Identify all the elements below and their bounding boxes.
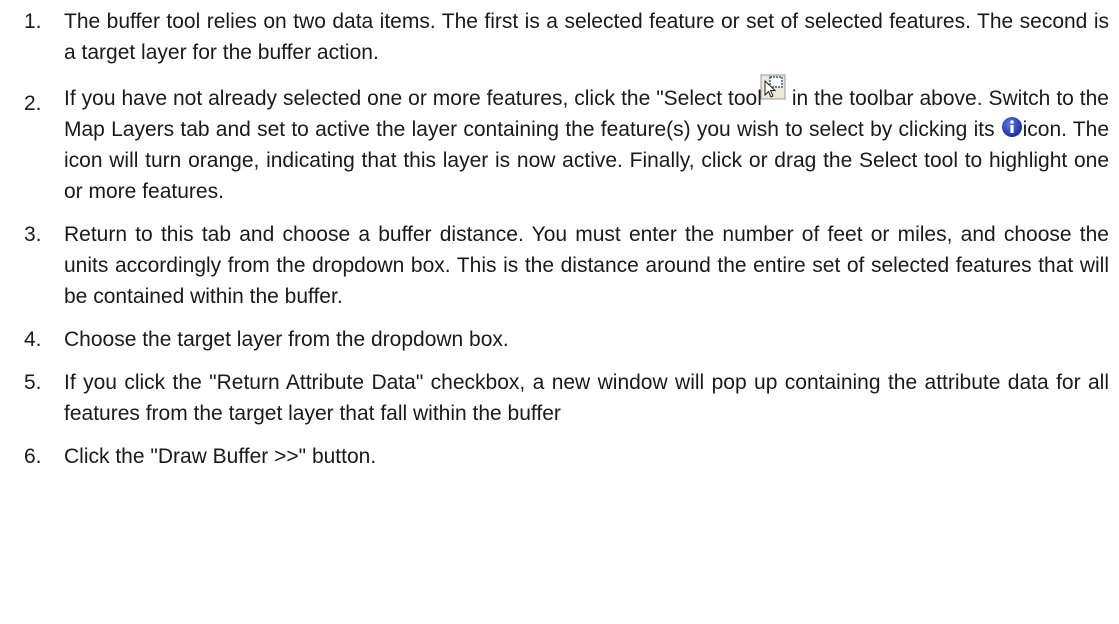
step-1: 1. The buffer tool relies on two data it… (0, 6, 1119, 68)
step-2: 2. If you have not already selected one … (0, 74, 1119, 207)
select-tool-icon (760, 74, 786, 100)
step-4: 4. Choose the target layer from the drop… (0, 324, 1119, 355)
step-number: 4. (24, 328, 42, 351)
info-icon (1001, 116, 1023, 138)
step-number: 2. (24, 92, 42, 115)
step-text: Return to this tab and choose a buffer d… (64, 223, 1109, 308)
step-6: 6. Click the "Draw Buffer >>" button. (0, 441, 1119, 472)
step-number: 5. (24, 371, 42, 394)
step-number: 6. (24, 445, 42, 468)
step-text: If you click the "Return Attribute Data"… (64, 371, 1109, 425)
step-5: 5. If you click the "Return Attribute Da… (0, 367, 1119, 429)
step-text: Choose the target layer from the dropdow… (64, 328, 509, 351)
step-text-part-1: If you have not already selected one or … (64, 87, 762, 110)
step-text: The buffer tool relies on two data items… (64, 10, 1109, 64)
step-3: 3. Return to this tab and choose a buffe… (0, 219, 1119, 312)
step-text: Click the "Draw Buffer >>" button. (64, 445, 377, 468)
instruction-list: 1. The buffer tool relies on two data it… (0, 6, 1119, 484)
step-number: 1. (24, 10, 42, 33)
step-number: 3. (24, 223, 42, 246)
